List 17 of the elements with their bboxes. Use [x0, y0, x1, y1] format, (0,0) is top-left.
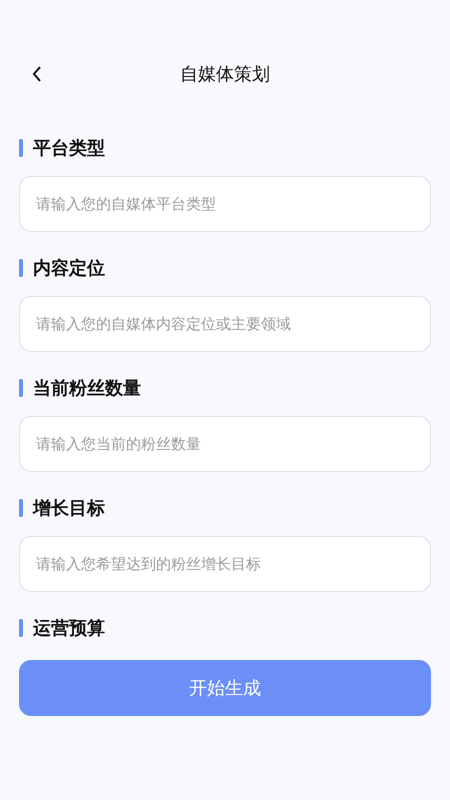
field-label: 增长目标 [33, 497, 105, 520]
field-label: 内容定位 [33, 257, 105, 280]
input-field[interactable]: 请输入您的自媒体平台类型 [19, 176, 431, 232]
page-title: 自媒体策划 [180, 63, 270, 86]
accent-bar [19, 619, 23, 637]
accent-bar [19, 379, 23, 397]
input-field[interactable]: 请输入您希望达到的粉丝增长目标 [19, 536, 431, 592]
input-field[interactable]: 请输入您当前的粉丝数量 [19, 416, 431, 472]
field-label: 平台类型 [33, 137, 105, 160]
field-label: 运营预算 [33, 617, 105, 640]
back-icon[interactable] [31, 65, 43, 83]
generate-button[interactable]: 开始生成 [19, 660, 431, 716]
input-field[interactable]: 请输入您的自媒体内容定位或主要领域 [19, 296, 431, 352]
accent-bar [19, 499, 23, 517]
field-label: 当前粉丝数量 [33, 377, 141, 400]
accent-bar [19, 259, 23, 277]
accent-bar [19, 139, 23, 157]
